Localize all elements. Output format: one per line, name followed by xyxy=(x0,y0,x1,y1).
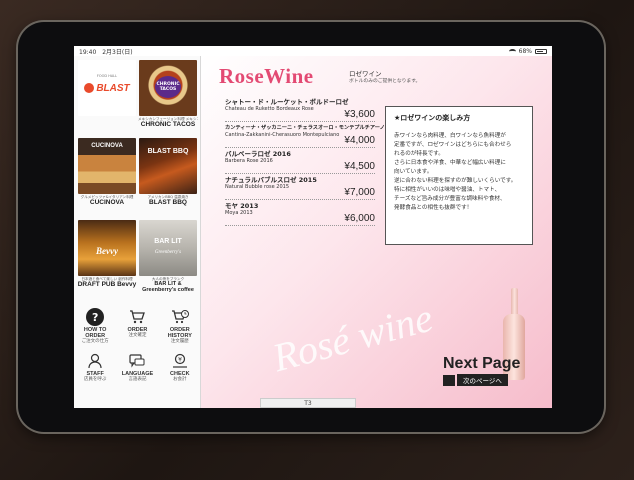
order-button[interactable]: ORDER 注文確定 xyxy=(117,308,157,344)
restaurant-name: BLAST BBQ xyxy=(149,199,187,206)
wine-item[interactable]: カンティーナ・ザッカニーニ・チェラスオーロ・モンテプルチアーノ Cantina-… xyxy=(225,124,385,148)
restaurant-sidebar: FOOD HALL BLAST CHRONIC TACOS メキシカンフュージョ… xyxy=(74,56,201,408)
restaurant-bevvy[interactable]: Bevvy 日本酒と食べて楽しい 創作料理 DRAFT PUB Bevvy xyxy=(77,220,137,288)
tablet-screen: 19:40 2月3日(日) 68% FOOD HALL BLAST CHRONI… xyxy=(74,46,552,408)
staff-icon xyxy=(86,352,104,370)
restaurant-name: CHRONIC TACOS xyxy=(140,121,196,128)
wine-price: ¥7,000 xyxy=(344,187,375,198)
restaurant-cucinova[interactable]: CUCINOVA グルメピッツァ&イタリアン料理 CUCINOVA xyxy=(77,138,137,206)
bevvy-image: Bevvy xyxy=(78,220,136,276)
battery-icon xyxy=(535,48,547,54)
page-subtitle: ボトルのみのご提供となります。 xyxy=(349,79,421,84)
cart-icon xyxy=(128,308,146,326)
history-icon xyxy=(171,308,189,326)
how-to-order-button[interactable]: ? HOW TO ORDER ご注文の仕方 xyxy=(75,308,115,344)
blast-logo: FOOD HALL BLAST xyxy=(78,60,136,116)
wine-price: ¥4,000 xyxy=(344,135,375,146)
restaurant-chronic-tacos[interactable]: CHRONIC TACOS メキシカンフュージョン料理 メキシコタコス CHRO… xyxy=(138,60,198,128)
next-page-label-jp: 次のページへ xyxy=(457,374,508,386)
next-page-label: Next Page xyxy=(443,355,521,372)
wine-item[interactable]: バルベーラロゼ 2016 Barbera Rose 2016 ¥4,500 xyxy=(225,150,375,174)
restaurant-name: DRAFT PUB Bevvy xyxy=(77,281,137,288)
chronic-tacos-badge: CHRONIC TACOS xyxy=(155,76,181,98)
wifi-icon xyxy=(508,48,516,54)
status-time: 19:40 xyxy=(79,48,97,56)
blast-logo-icon xyxy=(84,83,95,93)
wine-list: シャトー・ド・ルーケット・ボルドーロゼ Chateau de Ruketto B… xyxy=(225,98,385,228)
battery-percent: 68% xyxy=(518,47,532,55)
info-body: 赤ワインなら肉料理、白ワインなら魚料理が 定番ですが、ロゼワインはどちらにも合わ… xyxy=(394,133,517,211)
restaurant-bar-lit[interactable]: BAR LIT Greenberry's 大人の夜をブランク BAR LIT &… xyxy=(138,220,198,293)
chronic-tacos-image: CHRONIC TACOS xyxy=(139,60,197,116)
cucinova-image: CUCINOVA xyxy=(78,138,136,194)
rose-wine-info-box: ★ロゼワインの楽しみ方 赤ワインなら肉料理、白ワインなら魚料理が 定番ですが、ロ… xyxy=(385,106,533,245)
table-number: T3 xyxy=(260,398,356,408)
blast-bbq-image: BLAST BBQ xyxy=(139,138,197,194)
wine-price: ¥6,000 xyxy=(344,213,375,224)
page-title: RoseWine xyxy=(219,64,314,88)
wine-price: ¥3,600 xyxy=(344,109,375,120)
check-icon: ¥ xyxy=(171,352,189,370)
actions-row-2: STAFF 店員を呼ぶ LANGUAGE 言語表記 ¥ CHECK お会計 xyxy=(74,352,201,382)
help-icon: ? xyxy=(86,308,105,326)
blast-logo-text: BLAST xyxy=(96,82,130,94)
order-history-button[interactable]: ORDER HISTORY 注文履歴 xyxy=(160,308,200,344)
decorative-rose-wine-text: Rosé wine xyxy=(267,294,438,381)
status-date: 2月3日(日) xyxy=(102,48,133,56)
info-heading: ★ロゼワインの楽しみ方 xyxy=(394,114,471,122)
restaurant-blast-bbq[interactable]: BLAST BBQ アメリカンBBQ 温泉焼き BLAST BBQ xyxy=(138,138,198,206)
language-button[interactable]: LANGUAGE 言語表記 xyxy=(117,352,157,382)
language-icon xyxy=(128,352,146,370)
status-bar: 19:40 2月3日(日) 68% xyxy=(74,46,552,56)
restaurant-name: CUCINOVA xyxy=(89,199,125,206)
wine-price: ¥4,500 xyxy=(344,161,375,172)
check-button[interactable]: ¥ CHECK お会計 xyxy=(160,352,200,382)
actions-row-1: ? HOW TO ORDER ご注文の仕方 ORDER 注文確定 ORDER H… xyxy=(74,308,201,344)
wine-item[interactable]: シャトー・ド・ルーケット・ボルドーロゼ Chateau de Ruketto B… xyxy=(225,98,375,122)
bar-lit-image: BAR LIT Greenberry's xyxy=(139,220,197,276)
next-page-button[interactable]: Next Page 次のページへ xyxy=(443,355,539,386)
restaurant-name: BAR LIT & Greenberry's coffee xyxy=(142,281,194,293)
staff-button[interactable]: STAFF 店員を呼ぶ xyxy=(75,352,115,382)
svg-text:¥: ¥ xyxy=(178,356,182,363)
wine-menu-panel: RoseWine ロゼワイン ボトルのみのご提供となります。 シャトー・ド・ルー… xyxy=(201,56,552,408)
wine-item[interactable]: ナチュラルバブルスロゼ 2015 Natural Bubble rose 201… xyxy=(225,176,375,200)
restaurant-blast[interactable]: FOOD HALL BLAST xyxy=(77,60,137,116)
wine-item[interactable]: モヤ 2013 Moya 2013 ¥6,000 xyxy=(225,202,375,226)
arrow-stripes-icon xyxy=(443,374,455,386)
